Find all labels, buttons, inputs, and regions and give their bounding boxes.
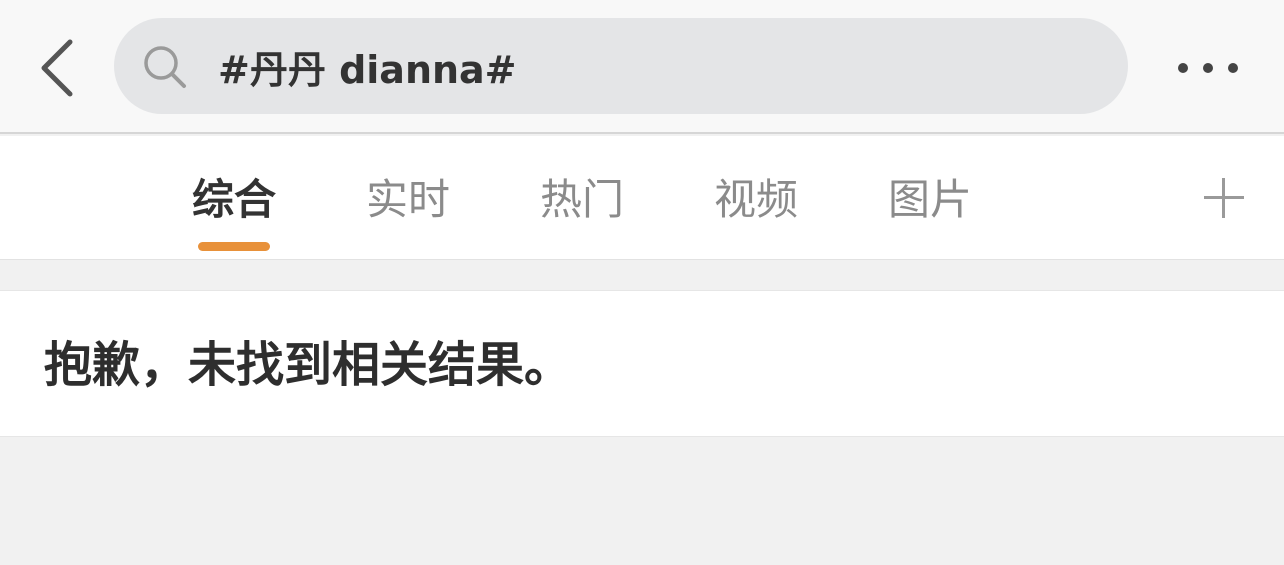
tab-bar: 综合 实时 热门 视频 图片 bbox=[0, 136, 1284, 260]
tab-realtime[interactable]: 实时 bbox=[348, 172, 468, 228]
tab-comprehensive[interactable]: 综合 bbox=[174, 172, 294, 228]
back-button[interactable] bbox=[28, 34, 84, 102]
more-options-button[interactable] bbox=[1168, 50, 1248, 86]
tab-video[interactable]: 视频 bbox=[696, 172, 816, 228]
tab-images[interactable]: 图片 bbox=[870, 172, 990, 228]
results-panel: 抱歉，未找到相关结果。 bbox=[0, 290, 1284, 437]
empty-results-message: 抱歉，未找到相关结果。 bbox=[44, 337, 573, 393]
chevron-left-icon bbox=[41, 39, 73, 97]
tab-hot[interactable]: 热门 bbox=[522, 172, 642, 228]
active-tab-indicator bbox=[198, 242, 270, 251]
top-bar bbox=[0, 0, 1284, 134]
more-horizontal-icon bbox=[1228, 63, 1238, 73]
search-icon bbox=[144, 46, 186, 88]
more-horizontal-icon bbox=[1178, 63, 1188, 73]
more-horizontal-icon bbox=[1203, 63, 1213, 73]
search-bar[interactable] bbox=[114, 18, 1128, 114]
plus-icon[interactable] bbox=[1196, 170, 1250, 224]
search-input[interactable] bbox=[218, 18, 1098, 114]
